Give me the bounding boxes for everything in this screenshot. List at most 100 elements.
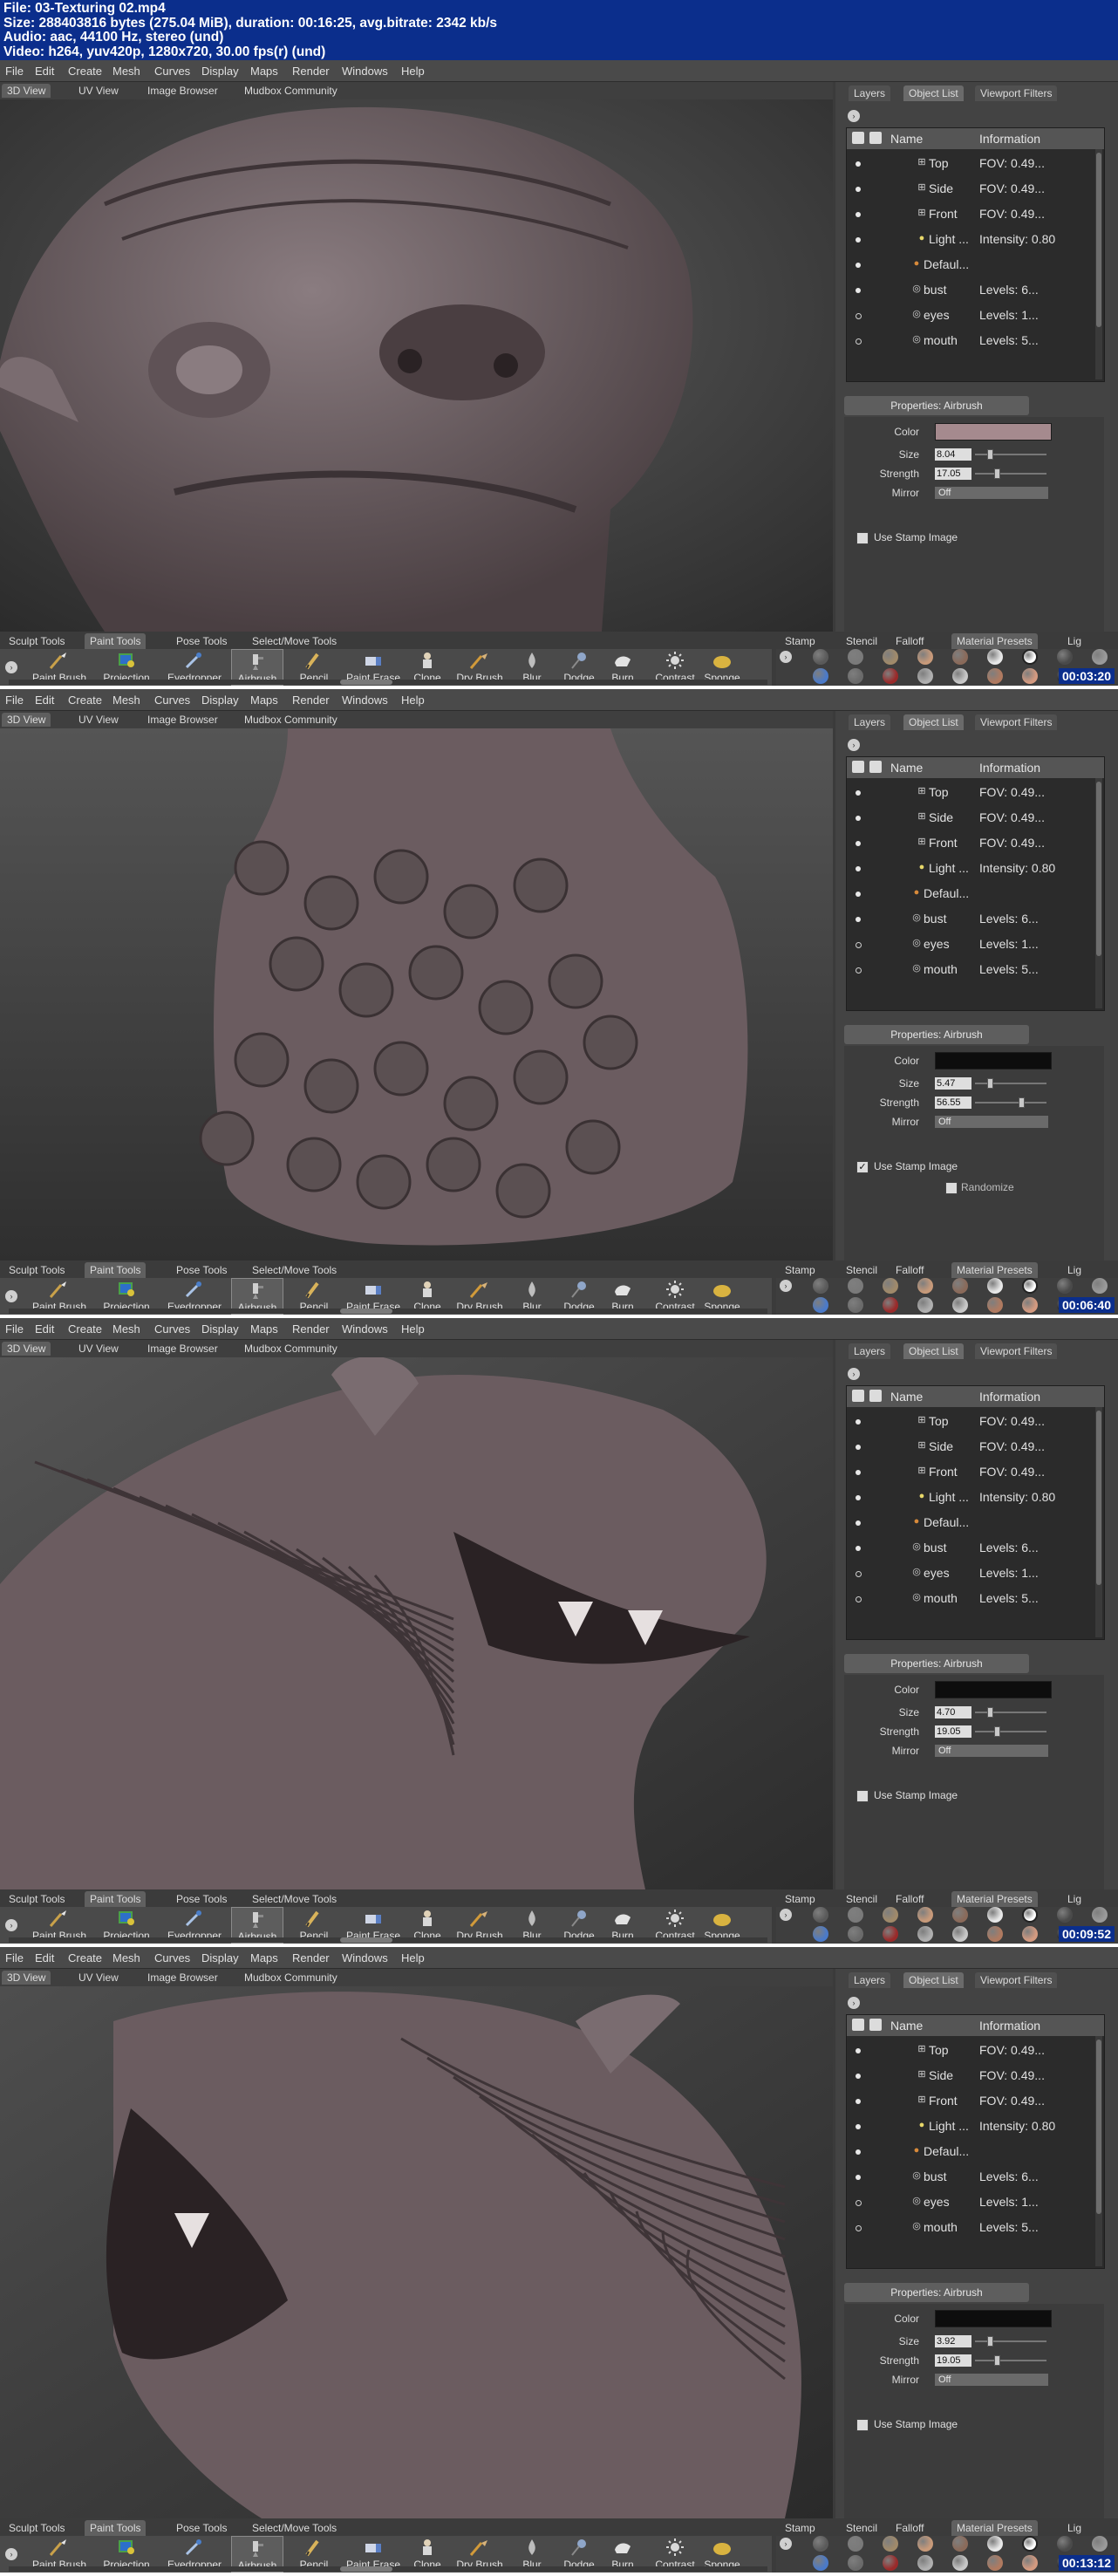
menu-item[interactable]: Curves	[154, 694, 190, 707]
shelf-tab[interactable]: Material Presets	[951, 633, 1038, 649]
visibility-toggle[interactable]	[856, 1571, 862, 1577]
visibility-toggle[interactable]	[856, 1596, 862, 1602]
tool-tray-tab[interactable]: Pose Tools	[171, 1891, 232, 1907]
tool-shelf-scrollbar[interactable]	[9, 680, 767, 685]
tool-shelf-scrollbar[interactable]	[9, 1308, 767, 1314]
menu-item[interactable]: Maps	[250, 1951, 278, 1964]
view-tab[interactable]: UV View	[73, 1342, 124, 1356]
strength-field[interactable]: 17.05	[935, 468, 971, 480]
menu-item[interactable]: Edit	[35, 65, 54, 78]
menu-item[interactable]: File	[5, 1951, 24, 1964]
material-options-icon[interactable]: ›	[780, 1280, 792, 1292]
size-field[interactable]: 5.47	[935, 1077, 971, 1090]
tool-tray-tab[interactable]: Sculpt Tools	[3, 2520, 70, 2536]
material-preset[interactable]	[1057, 2536, 1073, 2552]
material-preset[interactable]	[1022, 1297, 1038, 1313]
shelf-tab[interactable]: Material Presets	[951, 2520, 1038, 2536]
object-row[interactable]: ⊞ Side FOV: 0.49...	[847, 805, 1104, 830]
tool-tray-tab[interactable]: Select/Move Tools	[247, 633, 342, 649]
material-preset[interactable]	[917, 668, 933, 684]
menu-item[interactable]: Edit	[35, 694, 54, 707]
material-preset[interactable]	[883, 2555, 898, 2571]
material-preset[interactable]	[952, 2555, 968, 2571]
object-row[interactable]: ◎ eyes Levels: 1...	[847, 1561, 1104, 1586]
material-preset[interactable]	[883, 668, 898, 684]
menu-item[interactable]: Display	[201, 65, 239, 78]
tool-tray-tab[interactable]: Paint Tools	[85, 1891, 147, 1907]
visibility-toggle[interactable]	[856, 1419, 861, 1425]
stamp-image-checkbox[interactable]	[856, 2419, 869, 2431]
material-preset[interactable]	[883, 1278, 898, 1294]
size-slider[interactable]	[975, 1712, 1046, 1713]
shelf-tab[interactable]: Stamp	[780, 1891, 821, 1907]
visibility-toggle[interactable]	[856, 1445, 861, 1450]
tool-tray-tab[interactable]: Pose Tools	[171, 1262, 232, 1278]
menu-item[interactable]: Windows	[342, 694, 388, 707]
stamp-image-checkbox[interactable]	[856, 532, 869, 544]
material-preset[interactable]	[1057, 1278, 1073, 1294]
view-tab[interactable]: Image Browser	[142, 1971, 223, 1985]
visibility-toggle[interactable]	[856, 1546, 861, 1551]
visibility-toggle[interactable]	[856, 917, 861, 922]
shelf-tab[interactable]: Falloff	[890, 1262, 929, 1278]
panel-tab[interactable]: Object List	[903, 714, 964, 730]
material-preset[interactable]	[883, 2536, 898, 2552]
tool-tray-tab[interactable]: Select/Move Tools	[247, 1891, 342, 1907]
view-tab[interactable]: Mudbox Community	[239, 84, 343, 98]
material-preset[interactable]	[1022, 1278, 1038, 1294]
material-preset[interactable]	[848, 2555, 863, 2571]
visibility-toggle[interactable]	[856, 2200, 862, 2206]
name-column-header[interactable]: Name	[890, 1390, 923, 1404]
menu-item[interactable]: File	[5, 65, 24, 78]
shelf-tab[interactable]: Stencil	[841, 633, 883, 649]
object-row[interactable]: ⊞ Top FOV: 0.49...	[847, 780, 1104, 805]
material-preset[interactable]	[952, 2536, 968, 2552]
object-row[interactable]: ● Light ... Intensity: 0.80	[847, 1485, 1104, 1510]
size-field[interactable]: 8.04	[935, 448, 971, 461]
viewport-3d[interactable]	[0, 728, 833, 1261]
menu-item[interactable]: Mesh	[112, 694, 140, 707]
material-preset[interactable]	[813, 649, 828, 665]
object-row[interactable]: ◎ bust Levels: 6...	[847, 277, 1104, 303]
material-preset[interactable]	[813, 1278, 828, 1294]
material-preset[interactable]	[848, 2536, 863, 2552]
visibility-toggle[interactable]	[856, 1520, 861, 1526]
tool-tray-tab[interactable]: Select/Move Tools	[247, 1262, 342, 1278]
visibility-toggle[interactable]	[856, 1495, 861, 1500]
object-row[interactable]: ● Light ... Intensity: 0.80	[847, 2114, 1104, 2139]
shelf-tab[interactable]: Lig	[1062, 1891, 1087, 1907]
material-preset[interactable]	[813, 668, 828, 684]
material-preset[interactable]	[917, 2555, 933, 2571]
material-preset[interactable]	[883, 1907, 898, 1923]
menu-item[interactable]: File	[5, 1322, 24, 1336]
material-preset[interactable]	[1022, 1926, 1038, 1942]
visibility-toggle[interactable]	[856, 2048, 861, 2053]
object-row[interactable]: ⊞ Side FOV: 0.49...	[847, 2063, 1104, 2088]
visibility-toggle[interactable]	[856, 942, 862, 948]
material-preset[interactable]	[813, 2555, 828, 2571]
menu-item[interactable]: Help	[401, 1951, 425, 1964]
visibility-toggle[interactable]	[856, 2149, 861, 2155]
menu-item[interactable]: Render	[292, 65, 330, 78]
options-icon[interactable]: ›	[848, 110, 860, 122]
randomize-checkbox[interactable]	[945, 1182, 958, 1194]
material-preset[interactable]	[1092, 1907, 1108, 1923]
object-row[interactable]: ◎ mouth Levels: 5...	[847, 1586, 1104, 1611]
menu-item[interactable]: Create	[68, 1951, 102, 1964]
object-row[interactable]: ◎ mouth Levels: 5...	[847, 957, 1104, 982]
material-preset[interactable]	[952, 649, 968, 665]
material-preset[interactable]	[917, 649, 933, 665]
visibility-toggle[interactable]	[856, 2124, 861, 2129]
lock-icon[interactable]	[869, 2019, 882, 2031]
material-preset[interactable]	[987, 1926, 1003, 1942]
menu-item[interactable]: Render	[292, 694, 330, 707]
menu-item[interactable]: Create	[68, 694, 102, 707]
menu-item[interactable]: Render	[292, 1951, 330, 1964]
material-preset[interactable]	[1022, 649, 1038, 665]
size-slider-handle[interactable]	[987, 2336, 993, 2347]
panel-tab[interactable]: Layers	[849, 1343, 891, 1359]
material-preset[interactable]	[848, 1926, 863, 1942]
visibility-toggle[interactable]	[856, 892, 861, 897]
object-row[interactable]: ⊞ Top FOV: 0.49...	[847, 1409, 1104, 1434]
stamp-image-checkbox[interactable]	[856, 1790, 869, 1802]
